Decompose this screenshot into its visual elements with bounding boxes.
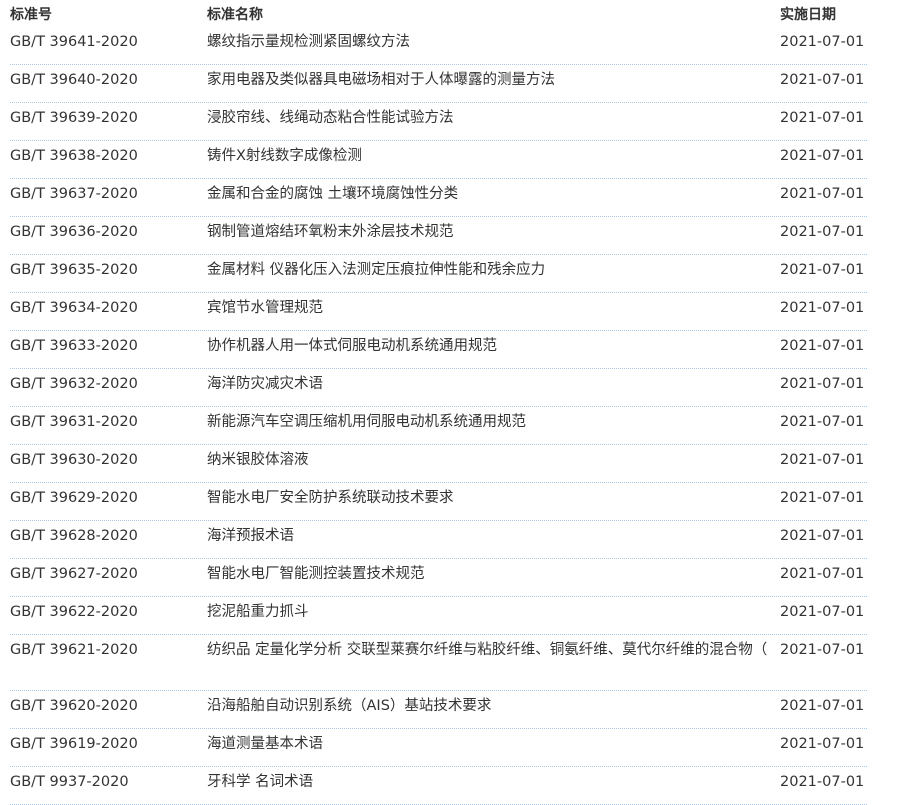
standard-code: GB/T 39634-2020 (10, 300, 138, 316)
implementation-date: 2021-07-01 (780, 186, 865, 202)
header-date: 实施日期 (780, 6, 836, 23)
table-row: GB/T 39622-2020 挖泥船重力抓斗 2021-07-01 (10, 597, 867, 635)
table-row: GB/T 39639-2020 浸胶帘线、线绳动态粘合性能试验方法 2021-0… (10, 103, 867, 141)
table-row: GB/T 9937-2020 牙科学 名词术语 2021-07-01 (10, 767, 867, 805)
standard-code: GB/T 39633-2020 (10, 338, 138, 354)
standard-code: GB/T 39619-2020 (10, 736, 138, 752)
implementation-date: 2021-07-01 (780, 528, 865, 544)
standard-name-link[interactable]: 牙科学 名词术语 (207, 774, 313, 790)
implementation-date: 2021-07-01 (780, 774, 865, 790)
standard-code: GB/T 39622-2020 (10, 604, 138, 620)
table-row: GB/T 39620-2020 沿海船舶自动识别系统（AIS）基站技术要求 20… (10, 691, 867, 729)
table-row: GB/T 39635-2020 金属材料 仪器化压入法测定压痕拉伸性能和残余应力… (10, 255, 867, 293)
standard-name-link[interactable]: 家用电器及类似器具电磁场相对于人体曝露的测量方法 (207, 72, 555, 88)
standard-name-link[interactable]: 纳米银胶体溶液 (207, 452, 309, 468)
standard-name-link[interactable]: 宾馆节水管理规范 (207, 300, 323, 316)
table-row: GB/T 39641-2020 螺纹指示量规检测紧固螺纹方法 2021-07-0… (10, 27, 867, 65)
table-row: GB/T 39634-2020 宾馆节水管理规范 2021-07-01 (10, 293, 867, 331)
implementation-date: 2021-07-01 (780, 224, 865, 240)
implementation-date: 2021-07-01 (780, 642, 865, 658)
header-name: 标准名称 (207, 6, 263, 23)
implementation-date: 2021-07-01 (780, 300, 865, 316)
standards-table: 标准号 标准名称 实施日期 GB/T 39641-2020 螺纹指示量规检测紧固… (10, 0, 867, 805)
standard-name-link[interactable]: 金属和合金的腐蚀 土壤环境腐蚀性分类 (207, 186, 458, 202)
implementation-date: 2021-07-01 (780, 262, 865, 278)
standard-name-link[interactable]: 铸件X射线数字成像检测 (207, 148, 362, 164)
table-row: GB/T 39629-2020 智能水电厂安全防护系统联动技术要求 2021-0… (10, 483, 867, 521)
standard-name-link[interactable]: 沿海船舶自动识别系统（AIS）基站技术要求 (207, 698, 491, 714)
standard-code: GB/T 39621-2020 (10, 642, 138, 658)
implementation-date: 2021-07-01 (780, 490, 865, 506)
standard-code: GB/T 39632-2020 (10, 376, 138, 392)
implementation-date: 2021-07-01 (780, 736, 865, 752)
table-row: GB/T 39636-2020 钢制管道熔结环氧粉末外涂层技术规范 2021-0… (10, 217, 867, 255)
standard-code: GB/T 39638-2020 (10, 148, 138, 164)
table-row: GB/T 39633-2020 协作机器人用一体式伺服电动机系统通用规范 202… (10, 331, 867, 369)
standard-name-link[interactable]: 纺织品 定量化学分析 交联型莱赛尔纤维与粘胶纤维、铜氨纤维、莫代尔纤维的混合物（ (207, 642, 767, 658)
table-row: GB/T 39630-2020 纳米银胶体溶液 2021-07-01 (10, 445, 867, 483)
standard-code: GB/T 9937-2020 (10, 774, 129, 790)
standard-name-link[interactable]: 浸胶帘线、线绳动态粘合性能试验方法 (207, 110, 454, 126)
implementation-date: 2021-07-01 (780, 148, 865, 164)
standard-name-link[interactable]: 螺纹指示量规检测紧固螺纹方法 (207, 34, 410, 50)
standard-code: GB/T 39620-2020 (10, 698, 138, 714)
standard-name-link[interactable]: 海道测量基本术语 (207, 736, 323, 752)
header-code: 标准号 (10, 6, 52, 23)
implementation-date: 2021-07-01 (780, 566, 865, 582)
standard-code: GB/T 39637-2020 (10, 186, 138, 202)
standard-code: GB/T 39640-2020 (10, 72, 138, 88)
standard-name-link[interactable]: 智能水电厂安全防护系统联动技术要求 (207, 490, 454, 506)
implementation-date: 2021-07-01 (780, 604, 865, 620)
table-row: GB/T 39640-2020 家用电器及类似器具电磁场相对于人体曝露的测量方法… (10, 65, 867, 103)
table-row: GB/T 39632-2020 海洋防灾减灾术语 2021-07-01 (10, 369, 867, 407)
standard-name-link[interactable]: 金属材料 仪器化压入法测定压痕拉伸性能和残余应力 (207, 262, 545, 278)
table-row: GB/T 39631-2020 新能源汽车空调压缩机用伺服电动机系统通用规范 2… (10, 407, 867, 445)
standard-code: GB/T 39629-2020 (10, 490, 138, 506)
standard-name-link[interactable]: 新能源汽车空调压缩机用伺服电动机系统通用规范 (207, 414, 526, 430)
implementation-date: 2021-07-01 (780, 34, 865, 50)
implementation-date: 2021-07-01 (780, 110, 865, 126)
table-row: GB/T 39621-2020 纺织品 定量化学分析 交联型莱赛尔纤维与粘胶纤维… (10, 635, 867, 691)
standard-name-link[interactable]: 智能水电厂智能测控装置技术规范 (207, 566, 425, 582)
table-row: GB/T 39628-2020 海洋预报术语 2021-07-01 (10, 521, 867, 559)
implementation-date: 2021-07-01 (780, 452, 865, 468)
implementation-date: 2021-07-01 (780, 338, 865, 354)
standard-code: GB/T 39641-2020 (10, 34, 138, 50)
standard-name-link[interactable]: 海洋预报术语 (207, 528, 294, 544)
table-row: GB/T 39619-2020 海道测量基本术语 2021-07-01 (10, 729, 867, 767)
table-row: GB/T 39627-2020 智能水电厂智能测控装置技术规范 2021-07-… (10, 559, 867, 597)
standard-name-link[interactable]: 挖泥船重力抓斗 (207, 604, 309, 620)
standard-code: GB/T 39627-2020 (10, 566, 138, 582)
standard-code: GB/T 39628-2020 (10, 528, 138, 544)
standard-code: GB/T 39635-2020 (10, 262, 138, 278)
implementation-date: 2021-07-01 (780, 72, 865, 88)
implementation-date: 2021-07-01 (780, 698, 865, 714)
table-row: GB/T 39637-2020 金属和合金的腐蚀 土壤环境腐蚀性分类 2021-… (10, 179, 867, 217)
table-header: 标准号 标准名称 实施日期 (10, 0, 867, 27)
standard-code: GB/T 39631-2020 (10, 414, 138, 430)
implementation-date: 2021-07-01 (780, 414, 865, 430)
standard-name-link[interactable]: 海洋防灾减灾术语 (207, 376, 323, 392)
implementation-date: 2021-07-01 (780, 376, 865, 392)
table-row: GB/T 39638-2020 铸件X射线数字成像检测 2021-07-01 (10, 141, 867, 179)
standard-name-link[interactable]: 协作机器人用一体式伺服电动机系统通用规范 (207, 338, 497, 354)
standard-code: GB/T 39630-2020 (10, 452, 138, 468)
standard-code: GB/T 39639-2020 (10, 110, 138, 126)
standard-name-link[interactable]: 钢制管道熔结环氧粉末外涂层技术规范 (207, 224, 454, 240)
standard-code: GB/T 39636-2020 (10, 224, 138, 240)
